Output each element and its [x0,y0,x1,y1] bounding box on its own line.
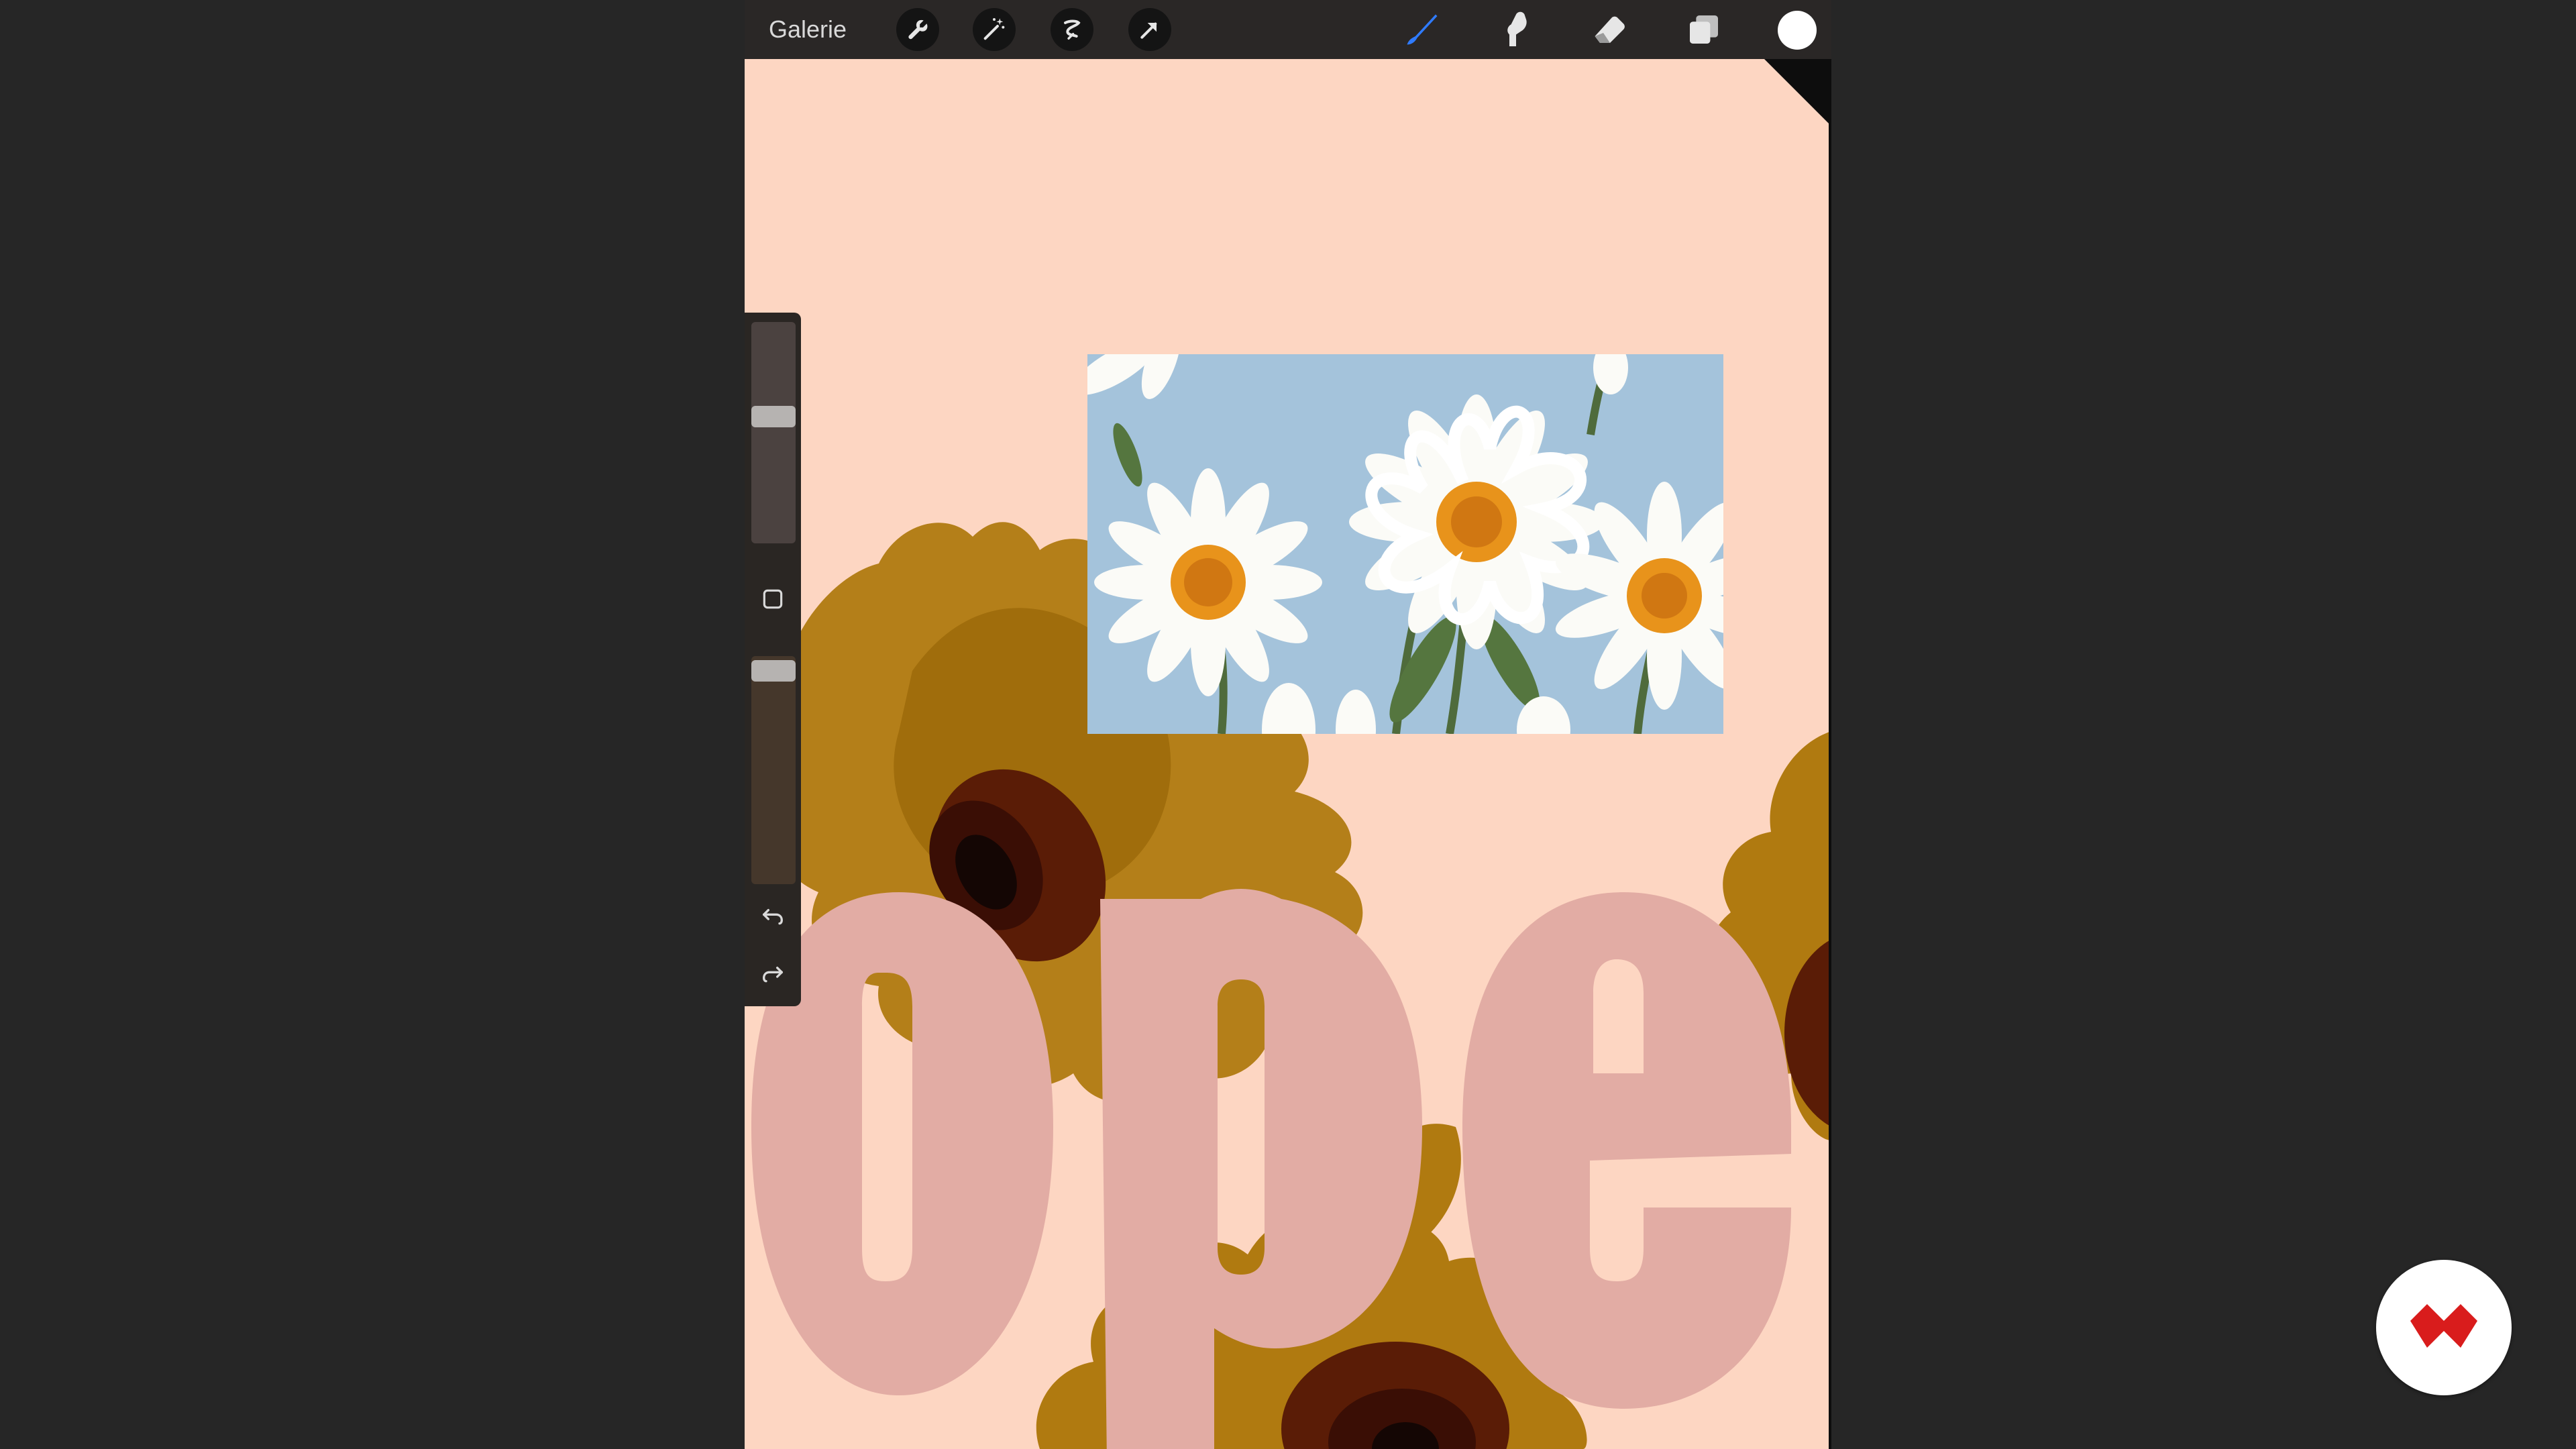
undo-icon [763,909,784,925]
layers-button[interactable] [1681,7,1727,52]
selection-button[interactable] [1051,8,1093,51]
brush-tool-button[interactable] [1399,7,1445,52]
brush-size-slider-thumb[interactable] [751,406,796,427]
smudge-icon [1507,11,1527,46]
procreate-canvas-area[interactable]: Galerie [745,0,1831,1449]
selection-icon [1064,19,1081,40]
eraser-tool-button[interactable] [1587,7,1633,52]
actions-button[interactable] [896,8,939,51]
side-toolbar [745,313,801,1006]
canvas-corner-triangle [1764,59,1831,126]
red-chevron-logo-icon [2410,1304,2477,1348]
brush-icon [1407,14,1438,45]
brush-size-slider[interactable] [751,322,796,543]
daisy-photo-layer[interactable] [1087,354,1723,734]
daisy-photo-image [1087,354,1723,734]
gallery-button[interactable]: Galerie [769,15,847,44]
undo-button[interactable] [756,899,790,932]
opacity-slider[interactable] [751,656,796,884]
transform-button[interactable] [1128,8,1171,51]
transform-arrow-icon [1140,22,1157,39]
smudge-tool-button[interactable] [1493,7,1539,52]
wrench-icon [908,19,928,40]
modify-square-icon [763,589,783,609]
opacity-slider-thumb[interactable] [751,660,796,682]
lettering-ope[interactable] [745,872,1831,1449]
app-screen: Galerie [0,0,2576,1449]
magic-wand-icon [983,18,1005,40]
layers-icon [1690,15,1718,44]
modify-button[interactable] [756,582,790,616]
top-toolbar: Galerie [745,0,1831,59]
logo-button[interactable] [2376,1260,2512,1395]
redo-button[interactable] [756,957,790,990]
adjustments-button[interactable] [973,8,1016,51]
canvas-right-edge [1829,59,1831,1449]
eraser-icon [1595,16,1625,43]
redo-icon [762,967,783,983]
color-picker-button[interactable] [1778,11,1817,50]
